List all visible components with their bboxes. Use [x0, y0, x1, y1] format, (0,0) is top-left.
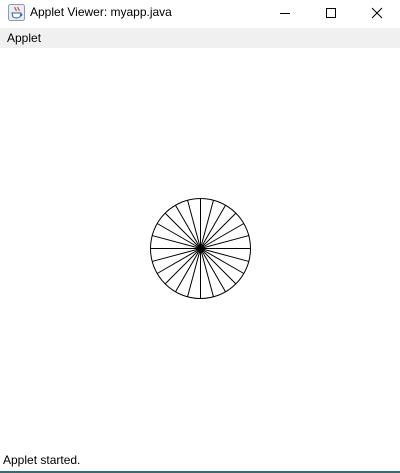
menu-bar: Applet [0, 28, 400, 48]
circle-spokes-drawing [150, 198, 251, 299]
minimize-button[interactable] [262, 0, 308, 26]
applet-canvas[interactable] [0, 48, 400, 448]
menu-applet[interactable]: Applet [7, 31, 41, 45]
close-button[interactable] [354, 0, 400, 26]
status-bar: Applet started. [0, 449, 400, 473]
spoke-line [200, 200, 214, 249]
spoke-line [200, 248, 214, 297]
status-text: Applet started. [3, 453, 81, 467]
spoke-line [200, 248, 249, 262]
spoke-line [200, 235, 249, 249]
spoke-line [152, 248, 201, 262]
java-cup-icon[interactable] [8, 4, 25, 21]
maximize-button[interactable] [308, 0, 354, 26]
window-title: Applet Viewer: myapp.java [30, 5, 172, 19]
close-icon [371, 7, 383, 19]
maximize-icon [326, 8, 336, 18]
spokes-group [150, 198, 251, 299]
spoke-line [187, 248, 201, 297]
applet-viewer-window: Applet Viewer: myapp.java Applet Applet … [0, 0, 400, 473]
minimize-icon [280, 13, 290, 14]
spoke-line [187, 200, 201, 249]
spoke-line [152, 235, 201, 249]
title-bar[interactable]: Applet Viewer: myapp.java [0, 0, 400, 26]
